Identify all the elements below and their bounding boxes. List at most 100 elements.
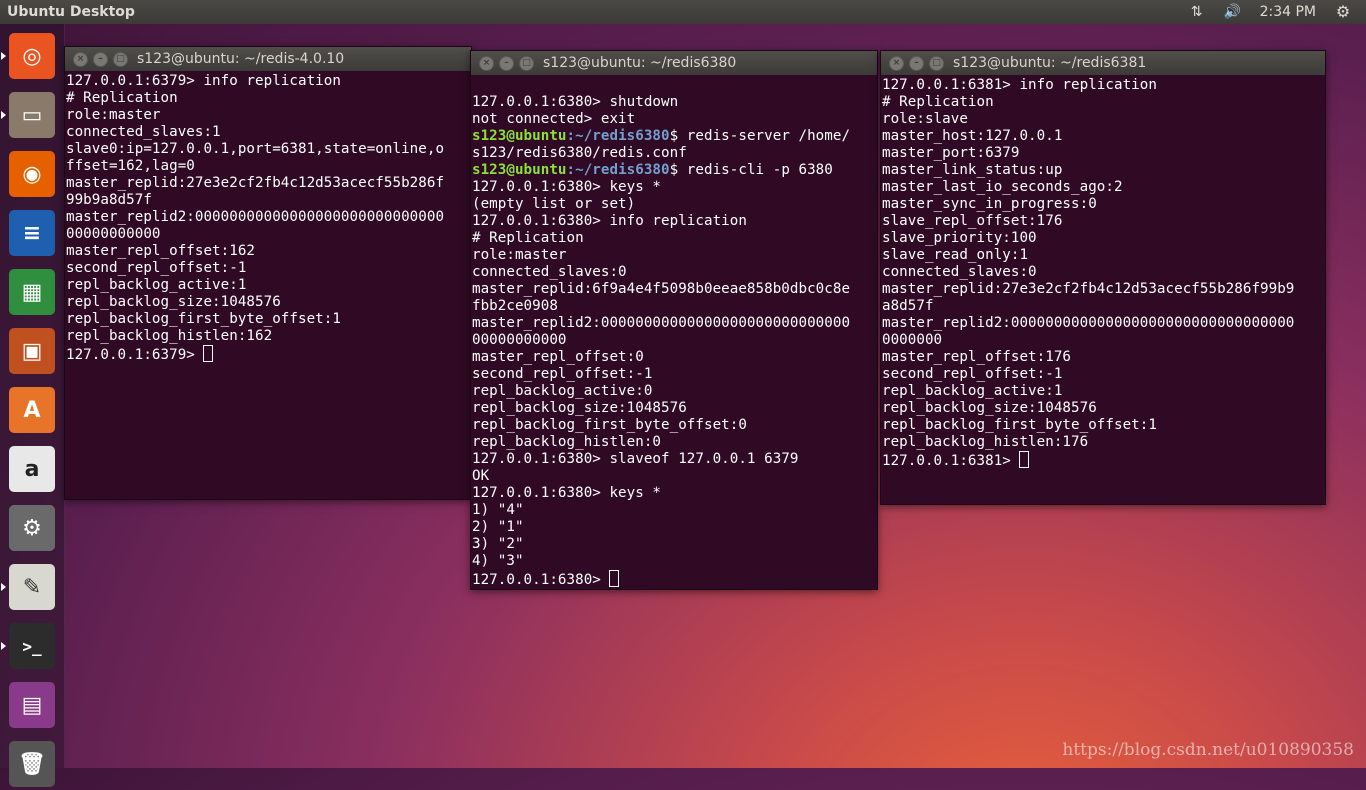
trash-icon: 🗑 (9, 741, 55, 787)
text-cursor (609, 570, 620, 587)
software-center-icon: A (9, 387, 55, 433)
terminal-line: 127.0.0.1:6380> info replication (472, 213, 747, 229)
shell-user: s123@ubuntu (472, 162, 567, 178)
text-editor-launcher-item[interactable]: ✎ (1, 561, 58, 613)
terminal-line: repl_backlog_active:1 (882, 383, 1063, 399)
running-indicator (1, 583, 6, 591)
terminal-line: repl_backlog_first_byte_offset:1 (882, 417, 1157, 433)
terminal-line: 4) "3" (472, 553, 524, 569)
terminal-launcher-item[interactable]: >_ (1, 620, 58, 672)
settings-icon: ⚙ (9, 505, 55, 551)
terminal-line: repl_backlog_size:1048576 (472, 400, 687, 416)
terminal-line: master_link_status:up (882, 162, 1063, 178)
window-titlebar[interactable]: × – □ s123@ubuntu: ~/redis-4.0.10 (65, 47, 471, 71)
terminal-output[interactable]: 127.0.0.1:6380> shutdown not connected> … (471, 75, 877, 589)
terminal-line: repl_backlog_histlen:176 (882, 434, 1089, 450)
terminal-line: (empty list or set) (472, 196, 636, 212)
files-launcher-item[interactable]: ▭ (1, 89, 58, 141)
terminal-line: master_replid2:0000000000000000000000000… (66, 209, 445, 225)
running-indicator (1, 642, 6, 650)
files-icon: ▭ (9, 92, 55, 138)
calc-launcher-item[interactable]: ▦ (6, 266, 58, 318)
terminal-line: master_repl_offset:176 (882, 349, 1072, 365)
settings-launcher-item[interactable]: ⚙ (6, 502, 58, 554)
terminal-line: 127.0.0.1:6379> info replication (66, 73, 341, 89)
terminal-line: master_replid2:0000000000000000000000000… (882, 315, 1295, 331)
calc-icon: ▦ (9, 269, 55, 315)
window-titlebar[interactable]: × – □ s123@ubuntu: ~/redis6381 (881, 51, 1325, 75)
terminal-window-redis-4.0.10[interactable]: × – □ s123@ubuntu: ~/redis-4.0.10 127.0.… (64, 46, 472, 500)
terminal-line: master_last_io_seconds_ago:2 (882, 179, 1123, 195)
terminal-icon: >_ (9, 623, 55, 669)
terminal-line: # Replication (66, 90, 178, 106)
terminal-line: 127.0.0.1:6380> shutdown (472, 94, 679, 110)
shell-path: :~/redis6380 (566, 162, 670, 178)
terminal-line: slave_priority:100 (882, 230, 1037, 246)
text-editor-icon: ✎ (9, 564, 55, 610)
shell-command: $ redis-server /home/ (669, 128, 851, 144)
terminal-line: OK (472, 468, 490, 484)
terminal-line: second_repl_offset:-1 (882, 366, 1063, 382)
terminal-line: second_repl_offset:-1 (66, 260, 247, 276)
trash-launcher-item[interactable]: 🗑 (6, 738, 58, 790)
amazon-icon: a (9, 446, 55, 492)
terminal-line: 127.0.0.1:6380> slaveof 127.0.0.1 6379 (472, 451, 799, 467)
terminal-line: connected_slaves:0 (882, 264, 1037, 280)
maximize-icon[interactable]: □ (929, 56, 944, 71)
ubuntu-dash-launcher-item[interactable]: ◎ (1, 30, 58, 82)
network-icon[interactable]: ⇅ (1188, 3, 1206, 21)
terminal-line: repl_backlog_first_byte_offset:0 (472, 417, 747, 433)
volume-icon[interactable]: 🔊 (1224, 3, 1242, 21)
close-icon[interactable]: × (479, 56, 494, 71)
terminal-line: master_host:127.0.0.1 (882, 128, 1063, 144)
terminal-line: master_repl_offset:0 (472, 349, 644, 365)
window-title: s123@ubuntu: ~/redis6380 (543, 55, 737, 71)
terminal-line: 1) "4" (472, 502, 524, 518)
terminal-line: repl_backlog_size:1048576 (882, 400, 1097, 416)
text-cursor (1019, 451, 1030, 468)
window-title: s123@ubuntu: ~/redis-4.0.10 (137, 51, 345, 67)
impress-launcher-item[interactable]: ▣ (6, 325, 58, 377)
close-icon[interactable]: × (73, 52, 88, 67)
maximize-icon[interactable]: □ (113, 52, 128, 67)
terminal-line: master_replid:6f9a4e4f5098b0eeae858b0dbc… (472, 281, 851, 297)
terminal-line: 127.0.0.1:6381> info replication (882, 77, 1157, 93)
shell-path: :~/redis6380 (566, 128, 670, 144)
shell-command-wrap: s123/redis6380/redis.conf (472, 145, 687, 161)
terminal-line: role:master (472, 247, 567, 263)
terminal-line: ffset=162,lag=0 (66, 158, 195, 174)
terminal-output[interactable]: 127.0.0.1:6379> info replication # Repli… (65, 71, 471, 366)
launcher: ◎ ▭ ◉ ≡ ▦ ▣ Aa ⚙ ✎ >_ ▤ 🗑 (0, 24, 65, 787)
amazon-launcher-item[interactable]: a (6, 443, 58, 495)
active-window-title: Ubuntu Desktop (7, 4, 135, 20)
terminal-window-redis6380[interactable]: × – □ s123@ubuntu: ~/redis6380 127.0.0.1… (470, 50, 878, 590)
terminal-line: 127.0.0.1:6380> keys * (472, 485, 662, 501)
close-icon[interactable]: × (889, 56, 904, 71)
clock[interactable]: 2:34 PM (1260, 0, 1316, 24)
impress-icon: ▣ (9, 328, 55, 374)
terminal-line: slave_repl_offset:176 (882, 213, 1063, 229)
prompt: 127.0.0.1:6379> (66, 347, 204, 363)
terminal-window-redis6381[interactable]: × – □ s123@ubuntu: ~/redis6381 127.0.0.1… (880, 50, 1326, 505)
terminal-line: a8d57f (882, 298, 934, 314)
terminal-line: master_replid:27e3e2cf2fb4c12d53acecf55b… (882, 281, 1295, 297)
minimize-icon[interactable]: – (499, 56, 514, 71)
writer-launcher-item[interactable]: ≡ (6, 207, 58, 259)
text-cursor (203, 345, 214, 362)
system-menu-gear-icon[interactable]: ⚙ (1334, 3, 1352, 21)
terminal-output[interactable]: 127.0.0.1:6381> info replication # Repli… (881, 75, 1325, 472)
maximize-icon[interactable]: □ (519, 56, 534, 71)
terminal-line: not connected> exit (472, 111, 636, 127)
minimize-icon[interactable]: – (93, 52, 108, 67)
terminal-line: master_replid2:0000000000000000000000000… (472, 315, 851, 331)
terminal-line: # Replication (882, 94, 994, 110)
terminal-line: connected_slaves:0 (472, 264, 627, 280)
terminal-line: 127.0.0.1:6380> keys * (472, 179, 662, 195)
writer-icon: ≡ (9, 210, 55, 256)
terminal-line: second_repl_offset:-1 (472, 366, 653, 382)
software-center-launcher-item[interactable]: A (6, 384, 58, 436)
window-titlebar[interactable]: × – □ s123@ubuntu: ~/redis6380 (471, 51, 877, 75)
workspace-switcher-launcher-item[interactable]: ▤ (6, 679, 58, 731)
minimize-icon[interactable]: – (909, 56, 924, 71)
firefox-launcher-item[interactable]: ◉ (6, 148, 58, 200)
